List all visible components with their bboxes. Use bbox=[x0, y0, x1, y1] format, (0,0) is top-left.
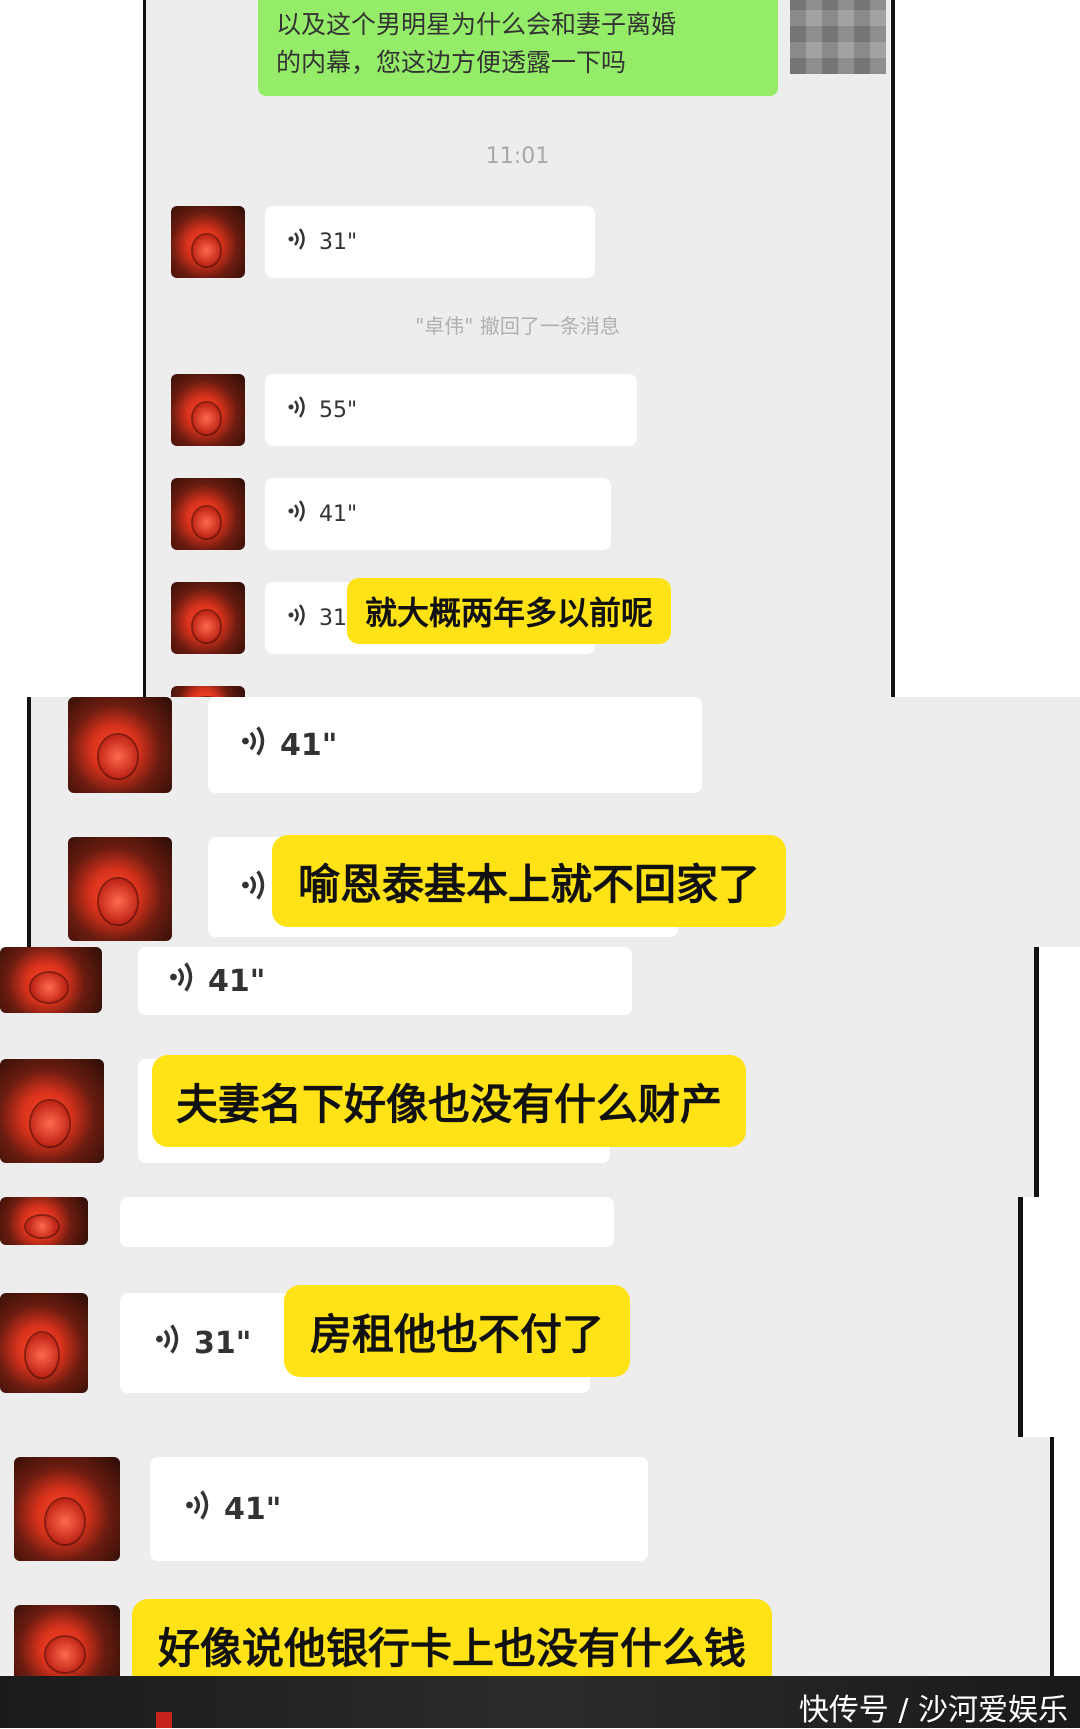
contact-avatar[interactable] bbox=[0, 1197, 88, 1245]
contact-avatar[interactable] bbox=[68, 697, 172, 793]
caption-text: 夫妻名下好像也没有什么财产 bbox=[176, 1079, 723, 1129]
voice-wave-icon bbox=[240, 723, 270, 767]
video-footer-bar: 快传号 / 沙河爱娱乐 bbox=[0, 1676, 1080, 1728]
voice-duration: 55" bbox=[319, 397, 358, 423]
subtitle-caption: 夫妻名下好像也没有什么财产 bbox=[152, 1055, 747, 1147]
red-corner-mark bbox=[156, 1712, 172, 1728]
voice-wave-icon bbox=[154, 1321, 184, 1365]
screenshot-border-right bbox=[1034, 947, 1039, 1197]
chat-screenshot-2: 41" 喻恩泰基本上就不回家了 bbox=[30, 697, 1080, 947]
voice-wave-icon bbox=[287, 498, 309, 530]
caption-text: 喻恩泰基本上就不回家了 bbox=[298, 859, 761, 909]
voice-wave-icon bbox=[168, 959, 198, 1003]
contact-avatar[interactable] bbox=[171, 374, 245, 446]
subtitle-caption: 喻恩泰基本上就不回家了 bbox=[272, 835, 787, 927]
voice-message-bubble[interactable] bbox=[120, 1197, 614, 1247]
sent-message-bubble: 以及这个男明星为什么会和妻子离婚 的内幕，您这边方便透露一下吗 bbox=[258, 0, 778, 96]
watermark-credit: 快传号 / 沙河爱娱乐 bbox=[798, 1693, 1068, 1728]
voice-duration: 41" bbox=[208, 963, 266, 999]
voice-wave-icon bbox=[184, 1487, 214, 1531]
voice-message-bubble[interactable]: 41" bbox=[265, 478, 611, 550]
sent-message-line-2: 的内幕，您这边方便透露一下吗 bbox=[276, 48, 627, 77]
caption-text: 就大概两年多以前呢 bbox=[365, 594, 654, 632]
chat-screenshot-1: 以及这个男明星为什么会和妻子离婚 的内幕，您这边方便透露一下吗 11:01 31… bbox=[145, 0, 890, 697]
screenshot-border-right bbox=[1050, 1437, 1054, 1676]
contact-avatar[interactable] bbox=[171, 478, 245, 550]
contact-avatar[interactable] bbox=[0, 1059, 104, 1163]
contact-avatar[interactable] bbox=[171, 582, 245, 654]
voice-duration: 41" bbox=[224, 1491, 282, 1527]
voice-wave-icon bbox=[287, 394, 309, 426]
voice-wave-icon bbox=[287, 602, 309, 634]
voice-wave-icon bbox=[287, 226, 309, 258]
subtitle-caption: 就大概两年多以前呢 bbox=[347, 578, 672, 644]
voice-wave-icon bbox=[240, 867, 270, 907]
screenshot-border-right bbox=[891, 0, 895, 697]
voice-message-bubble[interactable]: 55" bbox=[265, 374, 637, 446]
screenshot-border-left bbox=[143, 0, 146, 697]
voice-duration: 41" bbox=[280, 727, 338, 763]
caption-text: 好像说他银行卡上也没有什么钱 bbox=[158, 1623, 747, 1673]
contact-avatar bbox=[171, 686, 245, 697]
contact-avatar[interactable] bbox=[171, 206, 245, 278]
screenshot-border-right bbox=[1018, 1197, 1023, 1437]
voice-message-bubble[interactable]: 41" bbox=[208, 697, 702, 793]
contact-avatar[interactable] bbox=[68, 837, 172, 941]
voice-duration: 31" bbox=[319, 229, 358, 255]
caption-text: 房租他也不付了 bbox=[310, 1309, 605, 1359]
voice-message-bubble[interactable]: 31" bbox=[265, 206, 595, 278]
voice-message-bubble[interactable]: 41" bbox=[138, 947, 632, 1015]
contact-avatar[interactable] bbox=[14, 1457, 120, 1561]
self-avatar-pixelated bbox=[790, 0, 886, 74]
contact-avatar[interactable] bbox=[0, 947, 102, 1013]
timestamp: 11:01 bbox=[485, 144, 550, 169]
voice-duration: 41" bbox=[319, 501, 358, 527]
contact-avatar[interactable] bbox=[14, 1605, 120, 1676]
subtitle-caption: 房租他也不付了 bbox=[284, 1285, 631, 1377]
chat-screenshot-4: 31" 房租他也不付了 bbox=[0, 1197, 1018, 1437]
subtitle-caption: 好像说他银行卡上也没有什么钱 bbox=[132, 1599, 773, 1676]
recall-notice: "卓伟" 撤回了一条消息 bbox=[415, 314, 620, 338]
contact-avatar[interactable] bbox=[0, 1293, 88, 1393]
chat-screenshot-3: 41" 夫妻名下好像也没有什么财产 bbox=[0, 947, 1034, 1197]
voice-message-bubble[interactable]: 41" bbox=[150, 1457, 648, 1561]
voice-duration: 31" bbox=[194, 1325, 252, 1361]
sent-message-line-1: 以及这个男明星为什么会和妻子离婚 bbox=[276, 10, 677, 39]
screenshot-border-left bbox=[27, 697, 31, 947]
chat-screenshot-5: 41" 好像说他银行卡上也没有什么钱 bbox=[0, 1437, 1050, 1676]
